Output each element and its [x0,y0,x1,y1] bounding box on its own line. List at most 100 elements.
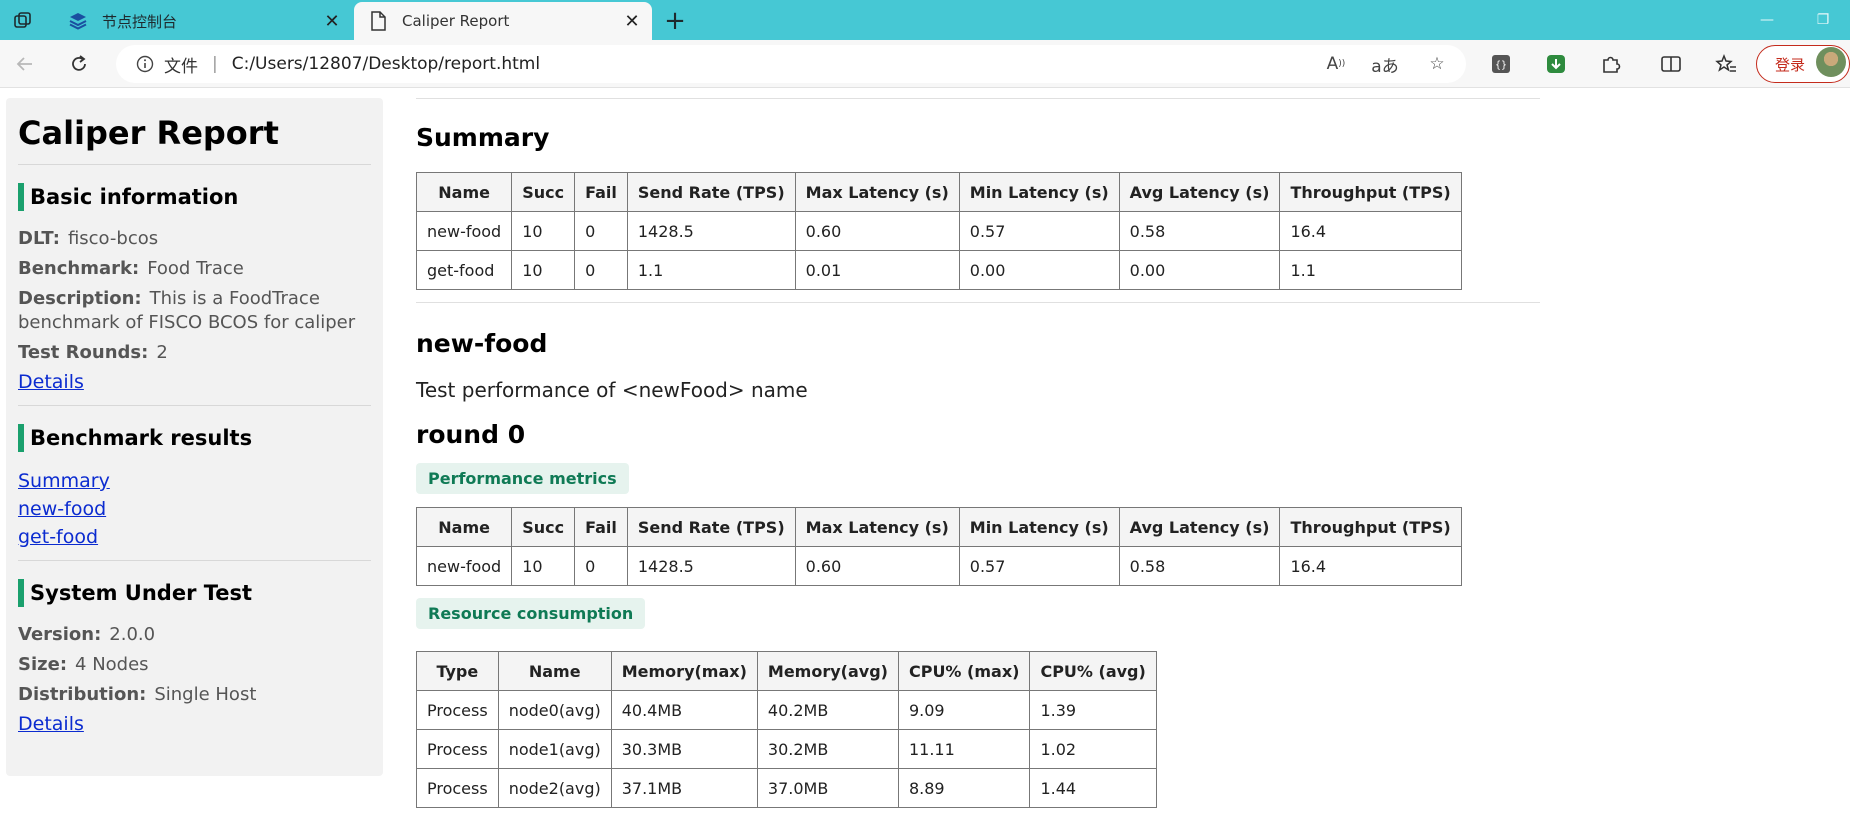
column-header: Succ [511,172,576,212]
page-icon [368,11,388,31]
description-label: Description: [18,288,142,309]
column-header: Fail [574,172,628,212]
table-cell: 1.02 [1029,729,1157,769]
column-header: Max Latency (s) [794,172,960,212]
favorites-list-icon[interactable] [1711,49,1741,79]
column-header: Name [497,651,612,691]
new-food-heading: new-food [416,329,548,358]
dlt-line: DLT: fisco-bcos [18,227,371,251]
browser-toolbar: 文件 | C:/Users/12807/Desktop/report.html … [0,40,1850,88]
tab-node-console[interactable]: 节点控制台 ✕ [54,2,352,40]
table-cell: node2(avg) [497,768,612,808]
table-row: get-food 10 0 1.1 0.01 0.00 0.00 1.1 [415,250,1462,290]
url-text[interactable]: C:/Users/12807/Desktop/report.html [232,54,540,74]
column-header: Type [416,651,499,691]
tab-label: Caliper Report [402,12,510,30]
table-row: Process node1(avg) 30.3MB 30.2MB 11.11 1… [416,729,1157,769]
table-cell: node0(avg) [497,690,612,730]
close-icon[interactable]: ✕ [318,7,346,35]
table-cell: 0.57 [958,546,1120,586]
workspaces-icon[interactable] [10,8,36,34]
table-cell: 16.4 [1279,546,1462,586]
table-cell: new-food [415,546,513,586]
version-label: Version: [18,624,102,645]
table-cell: new-food [415,211,513,251]
new-tab-icon[interactable]: + [660,6,690,36]
get-food-link[interactable]: get-food [18,526,371,548]
back-icon[interactable] [10,49,40,79]
column-header: Throughput (TPS) [1279,172,1462,212]
table-cell: 0 [574,250,628,290]
table-cell: 0.57 [958,211,1120,251]
new-food-description: Test performance of <newFood> name [416,378,808,402]
table-cell: 0.00 [1118,250,1281,290]
benchmark-label: Benchmark: [18,258,140,279]
column-header: Name [415,172,513,212]
new-food-link[interactable]: new-food [18,498,371,520]
column-header: Min Latency (s) [958,507,1120,547]
column-header: Throughput (TPS) [1279,507,1462,547]
table-cell: 40.2MB [756,690,899,730]
table-cell: Process [416,690,499,730]
table-cell: 37.0MB [756,768,899,808]
table-row: Process node0(avg) 40.4MB 40.2MB 9.09 1.… [416,690,1157,730]
dlt-label: DLT: [18,228,60,249]
table-cell: 11.11 [897,729,1031,769]
table-cell: 1.44 [1029,768,1157,808]
json-extension-icon[interactable]: {} [1486,49,1516,79]
table-cell: 0 [574,211,628,251]
table-cell: 30.2MB [756,729,899,769]
description-line: Description: This is a FoodTrace benchmar… [18,287,371,335]
read-aloud-icon[interactable]: A)) [1321,49,1351,79]
size-value: 4 Nodes [75,654,149,675]
info-icon[interactable] [134,53,156,75]
resource-consumption-badge: Resource consumption [416,598,646,629]
close-icon[interactable]: ✕ [618,7,646,35]
version-line: Version: 2.0.0 [18,623,371,647]
table-cell: 1428.5 [626,211,796,251]
extensions-puzzle-icon[interactable] [1596,49,1626,79]
translate-icon[interactable]: aあ [1370,49,1400,79]
table-header-row: Name Succ Fail Send Rate (TPS) Max Laten… [415,172,1462,212]
report-title: Caliper Report [18,114,371,165]
table-cell: 9.09 [897,690,1031,730]
table-cell: 37.1MB [610,768,758,808]
resource-table: Type Name Memory(max) Memory(avg) CPU% (… [416,651,1157,808]
sidebar-divider [18,405,371,406]
column-header: Succ [511,507,576,547]
column-header: Name [415,507,513,547]
summary-link[interactable]: Summary [18,470,371,492]
column-header: Send Rate (TPS) [626,507,796,547]
sut-details-link[interactable]: Details [18,713,371,735]
refresh-icon[interactable] [64,49,94,79]
table-row: new-food 10 0 1428.5 0.60 0.57 0.58 16.4 [415,546,1462,586]
table-cell: 1.1 [1279,250,1462,290]
table-cell: 10 [511,546,576,586]
benchmark-results-heading: Benchmark results [18,424,371,452]
round-heading: round 0 [416,420,526,449]
table-cell: node1(avg) [497,729,612,769]
table-cell: 1428.5 [626,546,796,586]
table-header-row: Name Succ Fail Send Rate (TPS) Max Laten… [415,507,1462,547]
table-cell: 0.58 [1118,211,1281,251]
address-bar[interactable]: 文件 | C:/Users/12807/Desktop/report.html … [116,45,1466,83]
tab-label: 节点控制台 [102,12,178,31]
table-cell: 0.00 [958,250,1120,290]
download-extension-icon[interactable] [1541,49,1571,79]
favorite-star-icon[interactable]: ☆ [1422,49,1452,79]
dlt-value: fisco-bcos [67,228,159,249]
split-screen-icon[interactable] [1656,49,1686,79]
distribution-value: Single Host [154,684,257,705]
table-cell: 10 [511,250,576,290]
minimize-icon[interactable]: — [1752,6,1782,34]
table-header-row: Type Name Memory(max) Memory(avg) CPU% (… [416,651,1157,691]
restore-icon[interactable]: ❐ [1808,6,1838,34]
basic-details-link[interactable]: Details [18,371,371,393]
tab-caliper-report[interactable]: Caliper Report ✕ [354,2,652,40]
table-cell: 0 [574,546,628,586]
table-cell: 16.4 [1279,211,1462,251]
svg-text:{}: {} [1495,60,1507,71]
table-cell: 1.39 [1029,690,1157,730]
avatar[interactable] [1816,47,1846,77]
sidebar-divider [18,560,371,561]
